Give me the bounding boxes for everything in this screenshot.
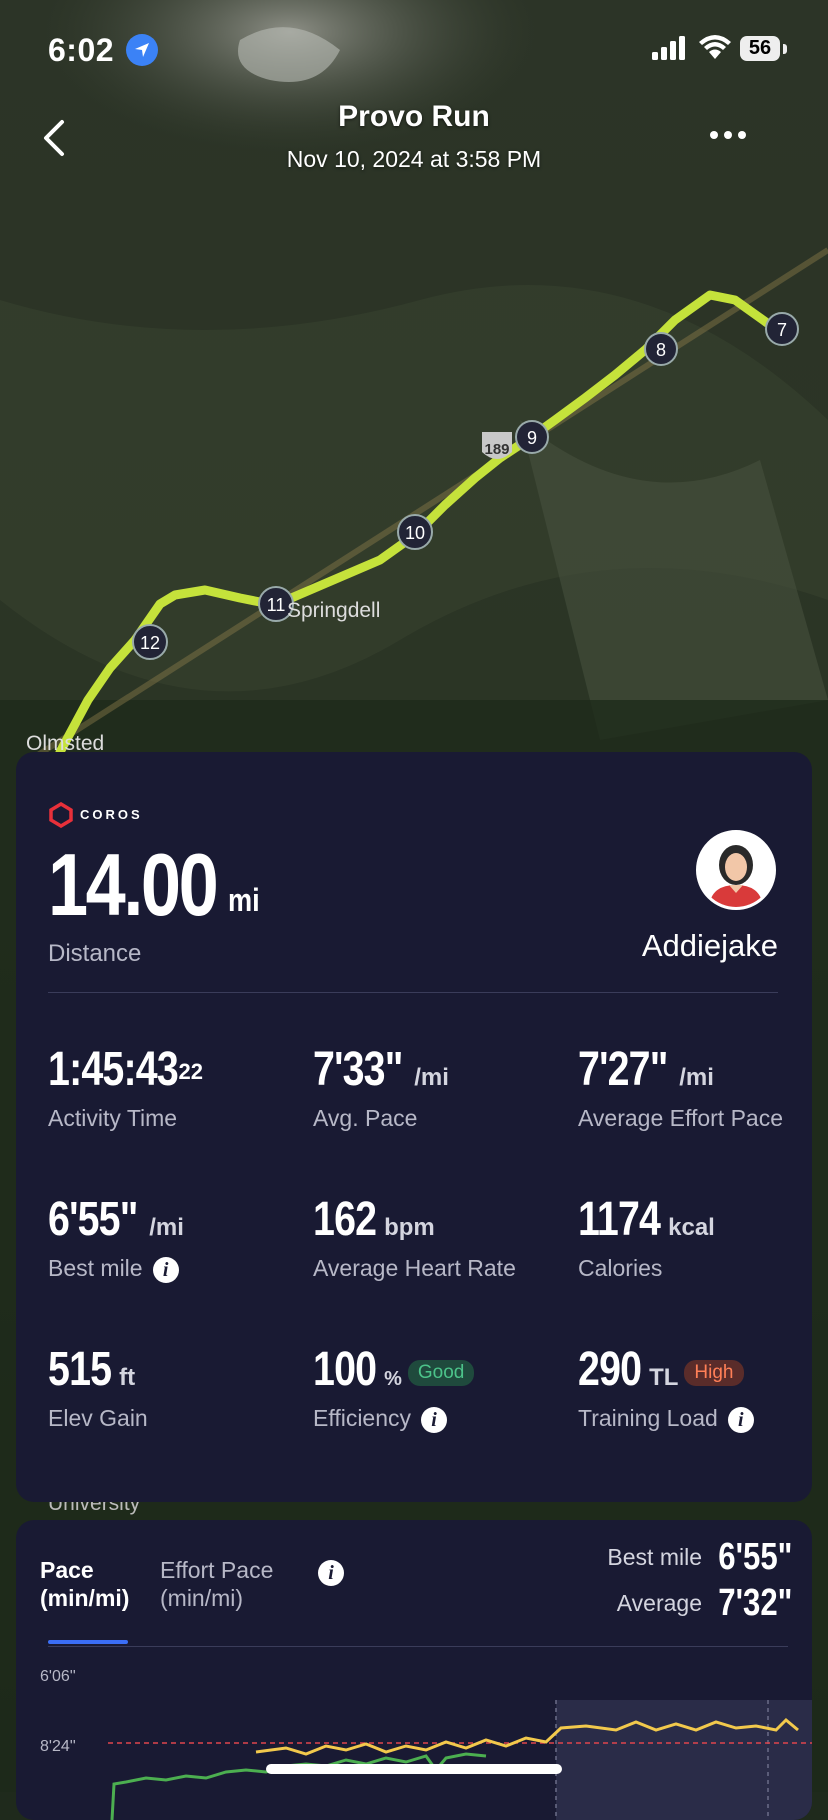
activity-summary-card: COROS 14.00 mi Distance Addiejake 1:45:4… bbox=[16, 752, 812, 1502]
divider bbox=[48, 1646, 788, 1647]
more-options-icon[interactable] bbox=[710, 126, 758, 152]
mile-marker-10: 10 bbox=[397, 514, 433, 550]
pace-chart[interactable] bbox=[16, 1660, 812, 1820]
metric-value: 162 bbox=[313, 1193, 377, 1246]
location-arrow-icon bbox=[126, 34, 158, 66]
svg-text:11: 11 bbox=[267, 595, 286, 615]
username[interactable]: Addiejake bbox=[576, 928, 778, 964]
metric-avg-heart-rate: 162 bpm Average Heart Rate bbox=[313, 1192, 563, 1282]
metric-unit: /mi bbox=[679, 1064, 714, 1091]
metric-label: Best mile bbox=[48, 1255, 143, 1281]
mile-marker-8: 8 bbox=[644, 332, 678, 366]
metric-value: 7'33" bbox=[313, 1043, 403, 1096]
mile-marker-7: 7 bbox=[765, 312, 799, 346]
metric-value: 515 bbox=[48, 1343, 112, 1396]
metric-unit: /mi bbox=[149, 1214, 184, 1241]
metric-value: 7'27" bbox=[578, 1043, 668, 1096]
metric-value: 290 bbox=[578, 1343, 642, 1396]
average-value: 7'32" bbox=[717, 1582, 792, 1624]
home-indicator[interactable] bbox=[266, 1764, 562, 1774]
metric-value: 1174 bbox=[578, 1193, 661, 1246]
coros-logo-icon bbox=[49, 802, 73, 828]
svg-text:8: 8 bbox=[656, 340, 666, 360]
metric-elev-gain: 515 ft Elev Gain bbox=[48, 1342, 298, 1432]
svg-text:12: 12 bbox=[140, 633, 160, 653]
pace-chart-card: Pace (min/mi) Effort Pace (min/mi) i Bes… bbox=[16, 1520, 812, 1820]
metric-label: Elev Gain bbox=[48, 1405, 148, 1431]
metric-unit: TL bbox=[649, 1364, 679, 1391]
avatar[interactable] bbox=[696, 830, 776, 910]
status-badge-high: High bbox=[684, 1359, 744, 1386]
best-mile-label: Best mile bbox=[607, 1544, 702, 1570]
metric-label-row: Best mile i bbox=[48, 1255, 298, 1283]
place-label-springdell: Springdell bbox=[287, 599, 380, 622]
battery-level: 56 bbox=[748, 37, 772, 59]
info-icon[interactable]: i bbox=[727, 1406, 754, 1433]
tab-pace[interactable]: Pace (min/mi) bbox=[40, 1556, 129, 1612]
cellular-signal-icon bbox=[652, 36, 685, 60]
metric-unit: /mi bbox=[414, 1064, 449, 1091]
metric-label: Activity Time bbox=[48, 1105, 178, 1131]
metric-avg-pace: 7'33" /mi Avg. Pace bbox=[313, 1042, 563, 1132]
metric-label: Efficiency bbox=[313, 1405, 412, 1431]
page-title: Provo Run bbox=[338, 100, 490, 133]
metric-unit: ft bbox=[119, 1364, 136, 1391]
battery-icon: 56 bbox=[740, 36, 780, 61]
info-icon[interactable]: i bbox=[152, 1256, 179, 1283]
divider bbox=[48, 992, 778, 993]
info-icon[interactable]: i bbox=[421, 1406, 448, 1433]
metric-label: Average Heart Rate bbox=[313, 1255, 516, 1281]
metric-label-row: Training Load i bbox=[578, 1405, 808, 1433]
svg-text:9: 9 bbox=[527, 428, 537, 448]
metric-avg-effort-pace: 7'27" /mi Average Effort Pace bbox=[578, 1042, 808, 1132]
metric-unit: bpm bbox=[384, 1214, 435, 1241]
svg-text:10: 10 bbox=[405, 523, 425, 543]
wifi-icon bbox=[699, 35, 731, 59]
mile-marker-12: 12 bbox=[132, 624, 168, 660]
svg-text:189: 189 bbox=[484, 441, 509, 458]
metric-label: Average Effort Pace bbox=[578, 1105, 784, 1131]
metric-value: 100 bbox=[313, 1343, 377, 1396]
battery-cap bbox=[783, 44, 787, 54]
metric-label: Avg. Pace bbox=[313, 1105, 418, 1131]
distance-unit: mi bbox=[228, 882, 260, 918]
status-badge-good: Good bbox=[407, 1359, 475, 1386]
info-icon[interactable]: i bbox=[318, 1560, 344, 1586]
metric-value-hundredths: 22 bbox=[178, 1058, 203, 1084]
distance-label: Distance bbox=[48, 940, 142, 967]
metric-value: 1:45:43 bbox=[48, 1043, 179, 1096]
svg-text:7: 7 bbox=[777, 320, 787, 340]
active-tab-indicator bbox=[48, 1640, 128, 1644]
metric-unit: kcal bbox=[668, 1214, 715, 1241]
route-shield: 189 bbox=[482, 432, 512, 459]
status-time: 6:02 bbox=[48, 32, 115, 68]
best-mile-value: 6'55" bbox=[717, 1536, 792, 1578]
metric-activity-time: 1:45:4322 Activity Time bbox=[48, 1042, 298, 1132]
metric-unit: % bbox=[384, 1368, 402, 1390]
metric-efficiency: 100% Good Efficiency i bbox=[313, 1342, 563, 1433]
mile-marker-9: 9 bbox=[515, 420, 549, 454]
metric-label: Training Load bbox=[578, 1405, 718, 1431]
metric-best-mile: 6'55" /mi Best mile i bbox=[48, 1192, 298, 1283]
metric-value: 6'55" bbox=[48, 1193, 138, 1246]
status-bar: 6:02 56 bbox=[0, 0, 828, 100]
brand-name: COROS bbox=[80, 807, 143, 822]
metric-label: Calories bbox=[578, 1255, 663, 1281]
tab-effort-pace[interactable]: Effort Pace (min/mi) bbox=[160, 1556, 273, 1612]
metric-training-load: 290 TL High Training Load i bbox=[578, 1342, 808, 1433]
metric-calories: 1174 kcal Calories bbox=[578, 1192, 828, 1282]
distance-value: 14.00 bbox=[48, 835, 219, 934]
activity-datetime: Nov 10, 2024 at 3:58 PM bbox=[286, 146, 542, 172]
metric-label-row: Efficiency i bbox=[313, 1405, 563, 1433]
average-label: Average bbox=[616, 1590, 702, 1616]
